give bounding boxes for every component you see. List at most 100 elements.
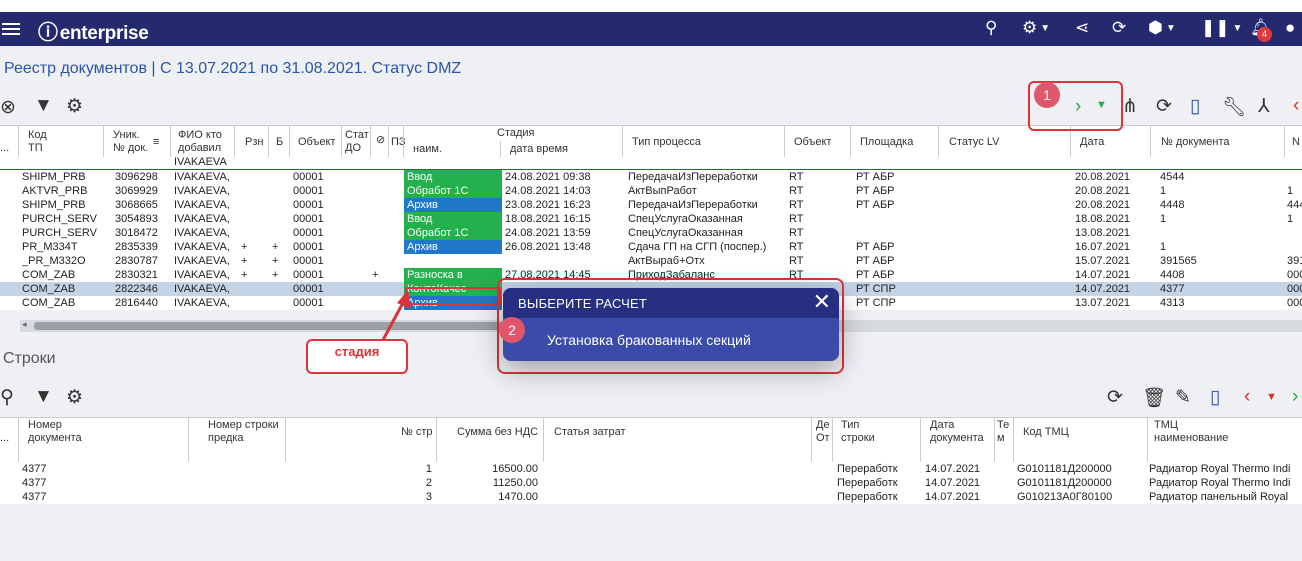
- box-icon[interactable]: ⬢ ▼: [1148, 18, 1176, 39]
- table-row[interactable]: SHIPM_PRB 3096298 IVAKAEVA, 00001 Ввод 24.08.…: [0, 170, 1302, 184]
- col-tmc-name[interactable]: ТМЦ наименование: [1154, 419, 1228, 445]
- table-cell-id: 3069929: [115, 185, 158, 197]
- table-cell-n: 3: [425, 491, 432, 503]
- filter-icon[interactable]: ▼: [34, 386, 53, 408]
- table-row[interactable]: 4377 3 1470.00 Переработк 14.07.2021 G010213А…: [0, 490, 1302, 504]
- col-doc-number[interactable]: № документа: [1161, 136, 1230, 149]
- gear-icon[interactable]: ⚙: [66, 386, 83, 409]
- table-cell-stage: [404, 254, 502, 268]
- table-row[interactable]: PR_M334T 2835339 IVAKAEVA, + +00001 Архив 26.0…: [0, 240, 1302, 254]
- col-row-number[interactable]: № стр: [401, 426, 433, 439]
- table-cell-sdo: [345, 198, 367, 212]
- table-cell-stage: Обработ 1С: [404, 226, 502, 240]
- col-rzn[interactable]: Рзн: [245, 136, 263, 149]
- table-cell-date: 14.07.2021: [925, 477, 981, 489]
- table-row[interactable]: SHIPM_PRB 3068665 IVAKAEVA, 00001 Архив 23.08…: [0, 198, 1302, 212]
- table-cell-user: IVAKAEVA,: [174, 199, 230, 211]
- col-te[interactable]: Те м: [997, 419, 1009, 445]
- close-icon[interactable]: ✕: [813, 291, 831, 313]
- col-user[interactable]: ФИО кто добавил: [178, 129, 222, 155]
- back-arrow-icon[interactable]: ‹: [1293, 95, 1299, 117]
- table-cell-obj2: RT: [789, 213, 804, 225]
- user-icon[interactable]: ●: [1285, 18, 1295, 38]
- chevron-down-icon[interactable]: ▼: [1266, 391, 1277, 403]
- table-cell-rzn: +: [241, 255, 248, 267]
- col-de[interactable]: Де От: [816, 419, 830, 445]
- col-cost-item[interactable]: Статья затрат: [554, 426, 626, 439]
- col-b[interactable]: Б: [276, 136, 283, 149]
- col-object2[interactable]: Объект: [794, 136, 831, 149]
- filter-value[interactable]: IVAKAEVA: [174, 156, 227, 168]
- col-object[interactable]: Объект: [298, 136, 335, 149]
- gear-icon[interactable]: ⚙ ▼: [1022, 18, 1050, 39]
- col-id[interactable]: Уник. № док.: [113, 129, 148, 155]
- col-parent-row[interactable]: Номер строки предка: [208, 419, 279, 445]
- col-stage-name[interactable]: наим.: [413, 143, 442, 156]
- menu-icon[interactable]: [2, 20, 20, 36]
- scrollbar-thumb[interactable]: [34, 322, 504, 330]
- pause-icon[interactable]: ❚❚ ▼: [1201, 18, 1242, 39]
- wrench-icon[interactable]: 🔧︎: [1222, 95, 1246, 119]
- table-cell-dt: 24.08.2021 14:03: [505, 185, 591, 197]
- share-icon[interactable]: ⋖: [1075, 18, 1089, 38]
- forward-arrow-icon[interactable]: ›: [1292, 386, 1298, 408]
- col-row-type[interactable]: Тип строки: [841, 419, 875, 445]
- col-divider: [1150, 126, 1151, 158]
- table-cell-n: 000: [1287, 269, 1302, 281]
- table-cell-id: 3096298: [115, 171, 158, 183]
- row-menu-icon[interactable]: ...: [0, 142, 9, 155]
- refresh-icon[interactable]: ⟳: [1156, 95, 1172, 118]
- table-cell-rzn: +: [241, 241, 248, 253]
- table-cell-sdo: [345, 268, 367, 282]
- col-stage[interactable]: Стадия: [497, 127, 535, 140]
- search-icon[interactable]: ⚲: [0, 386, 14, 409]
- window-top-strip: [0, 0, 1302, 12]
- sync-icon[interactable]: ⟳: [1112, 18, 1126, 38]
- col-n[interactable]: N: [1292, 136, 1300, 149]
- table-cell-ptype: ПередачаИзПереработки: [628, 199, 758, 211]
- col-doc-number[interactable]: Номер документа: [28, 419, 82, 445]
- col-process-type[interactable]: Тип процесса: [632, 136, 701, 149]
- table-row[interactable]: PURCH_SERV 3054893 IVAKAEVA, 00001 Ввод 18.08…: [0, 212, 1302, 226]
- route-icon[interactable]: ⋔: [1122, 95, 1138, 118]
- table-cell-b: [272, 282, 286, 296]
- table-cell-code: G0101181Д200000: [1017, 477, 1112, 489]
- table-row[interactable]: AKTVR_PRB 3069929 IVAKAEVA, 00001 Обработ 1С…: [0, 184, 1302, 198]
- table-cell-pz: [372, 198, 386, 212]
- table-cell-stage: Архив: [404, 240, 502, 254]
- pencil-icon[interactable]: ✎: [1175, 386, 1191, 409]
- col-stage-datetime[interactable]: дата время: [510, 143, 568, 156]
- col-sum[interactable]: Сумма без НДС: [457, 426, 538, 439]
- col-doc-date[interactable]: Дата документа: [930, 419, 984, 445]
- document-icon[interactable]: ▯: [1210, 386, 1220, 409]
- col-status-lv[interactable]: Статус LV: [949, 136, 999, 149]
- row-menu-icon[interactable]: ...: [0, 432, 9, 445]
- table-row[interactable]: 4377 2 11250.00 Переработк 14.07.2021 G010118…: [0, 476, 1302, 490]
- table-row[interactable]: 4377 1 16500.00 Переработк 14.07.2021 G010118…: [0, 462, 1302, 476]
- annotation-number-1: 1: [1034, 82, 1060, 108]
- back-arrow-icon[interactable]: ‹: [1244, 386, 1250, 408]
- table-row[interactable]: _PR_M332O 2830787 IVAKAEVA, + +00001 АктВыраб…: [0, 254, 1302, 268]
- refresh-icon[interactable]: ⟳: [1107, 386, 1123, 409]
- table-cell-date: 16.07.2021: [1075, 241, 1131, 253]
- col-status-do[interactable]: Стат ДО: [345, 129, 369, 155]
- table-cell-site: РТ СПР: [856, 283, 896, 295]
- table-cell-lv: [943, 296, 1068, 310]
- zoom-reset-icon[interactable]: ⊗: [0, 96, 16, 119]
- table-row[interactable]: PURCH_SERV 3018472 IVAKAEVA, 00001 Обработ 1…: [0, 226, 1302, 240]
- col-tmc-code[interactable]: Код ТМЦ: [1023, 426, 1069, 439]
- filter-icon[interactable]: ▼: [34, 95, 53, 117]
- gear-icon[interactable]: ⚙: [66, 95, 83, 118]
- scroll-left-icon[interactable]: ◂: [22, 319, 27, 330]
- trash-icon[interactable]: 🗑︎: [1142, 386, 1166, 410]
- col-site[interactable]: Площадка: [860, 136, 913, 149]
- popup-option-defective-sections[interactable]: Установка бракованных секций: [547, 332, 751, 348]
- col-code[interactable]: Код ТП: [28, 129, 47, 155]
- document-icon[interactable]: ▯: [1190, 95, 1200, 118]
- sort-icon[interactable]: ≡: [153, 136, 159, 149]
- col-date[interactable]: Дата: [1080, 136, 1104, 149]
- app-logo[interactable]: ⓘ enterprise: [38, 16, 149, 45]
- table-cell-pz: [372, 240, 386, 254]
- search-icon[interactable]: ⚲: [985, 18, 997, 38]
- split-icon[interactable]: ⅄: [1258, 95, 1270, 118]
